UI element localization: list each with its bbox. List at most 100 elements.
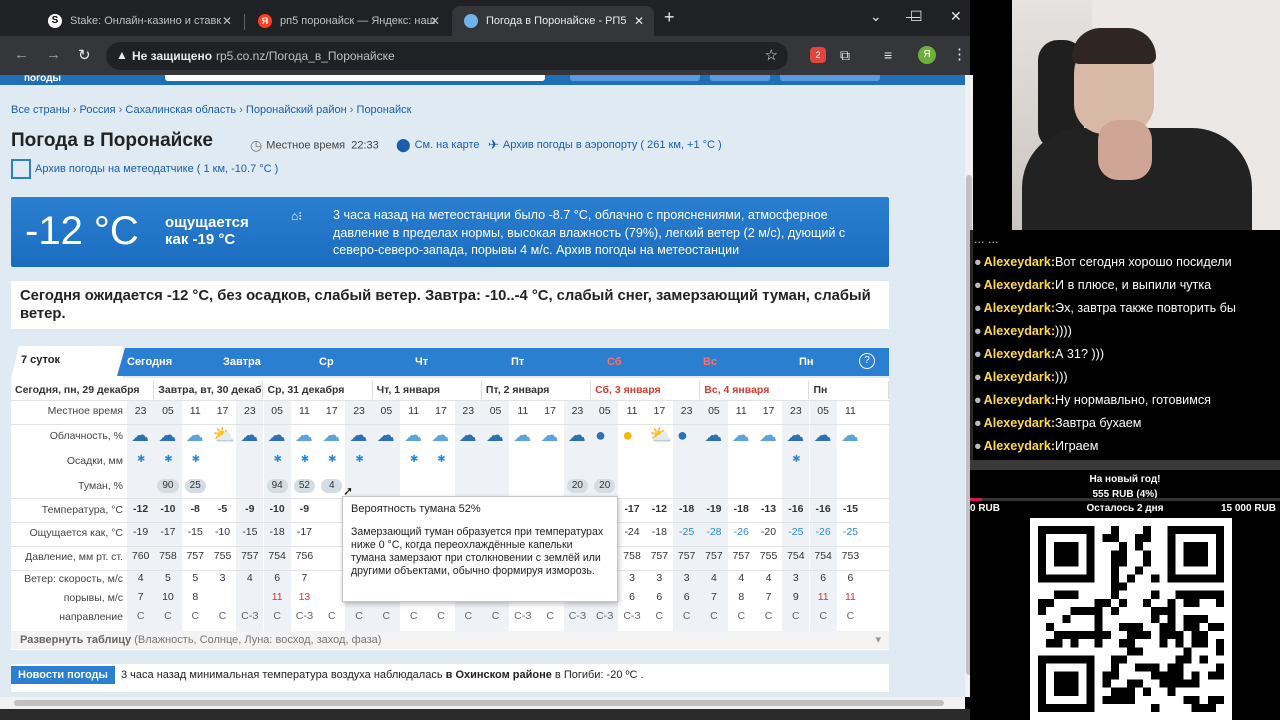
fog-value[interactable]: 25 — [184, 479, 206, 493]
cloud-icon[interactable]: ☁ — [759, 426, 777, 444]
url-field[interactable]: ▲ Не защищено rp5.co.nz/Погода_в_Поронай… — [106, 42, 788, 70]
site-search-input[interactable] — [165, 75, 545, 81]
wind-direction-value: С — [792, 610, 800, 622]
tab-search-icon[interactable]: ⌄ — [870, 8, 882, 25]
fog-value[interactable]: 20 — [566, 479, 589, 493]
cloud-icon[interactable]: ☁ — [513, 426, 531, 444]
security-status[interactable]: Не защищено — [132, 49, 212, 63]
day-tab[interactable]: Ср — [309, 348, 415, 376]
url-text[interactable]: rp5.co.nz/Погода_в_Поронайске — [216, 49, 395, 63]
fog-value[interactable]: 52 — [293, 479, 316, 493]
new-tab-button[interactable]: + — [664, 7, 675, 28]
reload-icon[interactable]: ↻ — [78, 46, 91, 64]
browser-menu-icon[interactable]: ⋮ — [952, 45, 967, 63]
meteo-sensor-link[interactable]: Архив погоды на метеодатчике ( 1 км, -10… — [11, 159, 278, 179]
breadcrumb-link[interactable]: Поронайский район — [246, 104, 347, 116]
airport-archive-link[interactable]: ✈ Архив погоды в аэропорту ( 261 км, +1 °… — [488, 137, 722, 153]
snow-cloud-icon[interactable]: ☁ — [158, 426, 176, 444]
expand-table-row[interactable]: Развернуть таблицу (Влажность, Солнце, Л… — [11, 631, 889, 649]
close-window-icon[interactable]: ✕ — [950, 8, 962, 25]
cloud-icon[interactable]: ☁ — [732, 426, 750, 444]
back-icon[interactable]: ← — [14, 46, 29, 63]
cloud-icon[interactable]: ☁ — [431, 426, 449, 444]
cloud-icon[interactable]: ☁ — [841, 426, 859, 444]
day-tab[interactable]: Завтра — [213, 348, 319, 376]
media-control-icon[interactable]: ≡ — [884, 47, 900, 63]
site-lang-select[interactable] — [710, 75, 770, 81]
scroll-thumb[interactable] — [14, 700, 944, 706]
day-tab[interactable]: Сб — [597, 348, 703, 376]
day-tab[interactable]: Чт — [405, 348, 511, 376]
snow-cloud-icon[interactable]: ☁ — [268, 426, 286, 444]
bookmark-star-icon[interactable]: ☆ — [765, 46, 778, 64]
news-text-bold[interactable]: в Охинском районе — [446, 669, 552, 681]
close-tab-icon[interactable]: ✕ — [222, 6, 232, 36]
extension-badge-icon[interactable]: 2 — [810, 47, 826, 63]
browser-tab-stake[interactable]: S Stake: Онлайн-казино и ставк ✕ — [36, 6, 242, 36]
fog-value[interactable]: 4 — [321, 479, 343, 493]
day-tab[interactable]: Вс — [693, 348, 799, 376]
fog-value[interactable]: 94 — [266, 479, 288, 493]
hour-cell: 17 — [435, 405, 447, 417]
current-observation-text[interactable]: 3 часа назад на метеостанции было -8.7 °… — [333, 207, 883, 260]
maximize-icon[interactable]: ☐ — [910, 8, 923, 25]
help-icon[interactable]: ? — [859, 353, 875, 369]
site-logo-text[interactable]: погоды — [24, 75, 61, 84]
chat-nick: Alexeydark — [983, 393, 1051, 407]
expand-arrow-icon[interactable]: ▾ — [875, 631, 881, 649]
pressure-value: 757 — [677, 550, 696, 562]
wind-direction-value: С — [819, 610, 827, 622]
map-link[interactable]: ⬤ См. на карте — [396, 137, 480, 153]
site-units-select[interactable] — [570, 75, 700, 81]
feels-like-line1: ощущается — [165, 214, 249, 231]
cloud-icon[interactable]: ☁ — [541, 426, 559, 444]
breadcrumb-link[interactable]: Все страны — [11, 104, 70, 116]
browser-tab-rp5[interactable]: Погода в Поронайске - РП5 ✕ — [452, 6, 654, 36]
snow-cloud-icon[interactable]: ☁ — [704, 426, 722, 444]
airport-archive-text[interactable]: Архив погоды в аэропорту ( 261 км, +1 °C… — [503, 139, 722, 151]
night-icon[interactable]: ● — [595, 426, 606, 444]
profile-avatar[interactable]: Я — [918, 46, 936, 64]
night-cloud-icon[interactable]: ☁ — [568, 426, 586, 444]
day-tab[interactable]: 7 суток — [11, 346, 123, 378]
meteo-sensor-text[interactable]: Архив погоды на метеодатчике ( 1 км, -10… — [35, 163, 278, 175]
breadcrumb-link[interactable]: Россия — [80, 104, 116, 116]
snow-cloud-icon[interactable]: ☁ — [377, 426, 395, 444]
horizontal-scrollbar[interactable] — [0, 697, 965, 709]
chat-nick: Alexeydark — [983, 301, 1051, 315]
snow-cloud-icon[interactable]: ☁ — [459, 426, 477, 444]
snow-cloud-icon[interactable]: ☁ — [486, 426, 504, 444]
site-version-select[interactable] — [780, 75, 880, 81]
map-link-text[interactable]: См. на карте — [415, 139, 480, 151]
snow-cloud-icon[interactable]: ☁ — [814, 426, 832, 444]
snow-cloud-icon[interactable]: ☁ — [349, 426, 367, 444]
snow-cloud-icon[interactable]: ☁ — [240, 426, 258, 444]
forward-icon[interactable]: → — [46, 46, 61, 63]
expand-table-link[interactable]: Развернуть таблицу — [20, 634, 131, 646]
extensions-puzzle-icon[interactable]: ⧉ — [840, 47, 856, 63]
breadcrumb-link[interactable]: Поронайск — [357, 104, 412, 116]
cloud-icon[interactable]: ☁ — [295, 426, 313, 444]
sun-cloud-icon[interactable]: ⛅ — [213, 426, 235, 444]
day-tab[interactable]: Сегодня — [117, 348, 223, 376]
cloud-icon[interactable]: ☁ — [404, 426, 422, 444]
night-icon[interactable]: ● — [677, 426, 688, 444]
day-tab[interactable]: Пт — [501, 348, 607, 376]
close-tab-icon[interactable]: ✕ — [634, 6, 644, 36]
close-tab-icon[interactable]: ✕ — [430, 6, 440, 36]
snow-cloud-icon[interactable]: ☁ — [786, 426, 804, 444]
warning-icon[interactable]: ▲ — [116, 48, 128, 62]
snow-cloud-icon[interactable]: ☁ — [131, 426, 149, 444]
sun-cloud-icon[interactable]: ⛅ — [650, 426, 672, 444]
news-text[interactable]: 3 часа назад минимальная температура воз… — [121, 669, 644, 681]
fog-value[interactable]: 90 — [157, 479, 179, 493]
news-label[interactable]: Новости погоды — [11, 666, 115, 684]
browser-tab-yandex[interactable]: Я рп5 поронайск — Яндекс: наш ✕ — [246, 6, 450, 36]
fog-value[interactable]: 20 — [594, 479, 616, 493]
wind-direction-value: С — [382, 610, 391, 622]
breadcrumb-link[interactable]: Сахалинская область — [125, 104, 236, 116]
cloud-icon[interactable]: ☁ — [186, 426, 204, 444]
sun-icon[interactable]: ● — [622, 426, 633, 444]
cloud-icon[interactable]: ☁ — [322, 426, 340, 444]
chat-nick: Alexeydark — [983, 324, 1051, 338]
